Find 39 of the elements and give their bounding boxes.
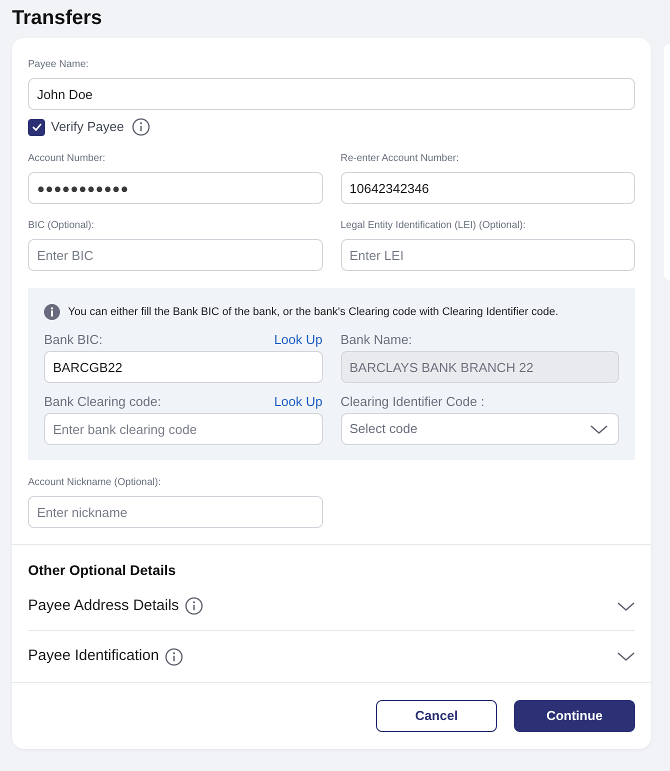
checkbox-label: Verify Payee	[51, 118, 124, 136]
chevron-icon	[590, 424, 608, 434]
chevron-icon	[617, 652, 635, 661]
accordion-header[interactable]: Payee Identification	[28, 631, 635, 682]
info-icon	[44, 304, 60, 320]
section-heading: Other Optional Details	[28, 561, 177, 580]
field-label: Payee Name:	[28, 58, 89, 72]
field-label: Bank Name:	[340, 331, 412, 349]
input-field[interactable]: 10642342346	[340, 172, 635, 204]
select-dropdown[interactable]: Select code	[340, 413, 619, 445]
check-icon	[32, 123, 42, 131]
checkbox[interactable]	[28, 118, 45, 136]
field-label: Legal Entity Identification (LEI) (Optional):	[340, 219, 526, 233]
input-field[interactable]: Enter LEI	[340, 239, 635, 271]
page-title: Transfers	[12, 6, 104, 31]
input-field[interactable]: BARCGB22	[44, 351, 322, 383]
field-label: BIC (Optional):	[28, 219, 94, 233]
info-icon	[164, 648, 183, 666]
notice-text: You can either fill the Bank BIC of the bank, or the bank's Clearing code with Clearing Identifier code.	[68, 305, 558, 320]
input-field[interactable]: Enter nickname	[28, 496, 322, 528]
look-up-link[interactable]: Look Up	[274, 331, 322, 349]
continue-button[interactable]: Continue	[514, 700, 635, 732]
chevron-icon	[617, 602, 635, 610]
look-up-link[interactable]: Look Up	[274, 393, 322, 411]
field-label: Account Nickname (Optional):	[28, 476, 161, 490]
input-field: BARCLAYS BANK BRANCH 22	[340, 351, 619, 383]
masked-input-field[interactable]: ●●●●●●●●●●●	[28, 172, 322, 204]
field-label: Bank BIC:	[44, 331, 103, 349]
field-label: Clearing Identifier Code :	[340, 393, 484, 411]
info-icon	[184, 597, 203, 615]
input-field[interactable]: Enter bank clearing code	[44, 413, 322, 445]
accordion-header[interactable]: Payee Address Details	[28, 582, 635, 631]
input-field[interactable]: Enter BIC	[28, 239, 322, 271]
field-label: Re-enter Account Number:	[340, 152, 459, 166]
field-label: Account Number:	[28, 152, 106, 166]
info-icon	[132, 118, 150, 136]
cancel-button[interactable]: Cancel	[376, 700, 497, 732]
field-label: Bank Clearing code:	[44, 393, 162, 411]
input-field[interactable]: John Doe	[28, 78, 635, 110]
